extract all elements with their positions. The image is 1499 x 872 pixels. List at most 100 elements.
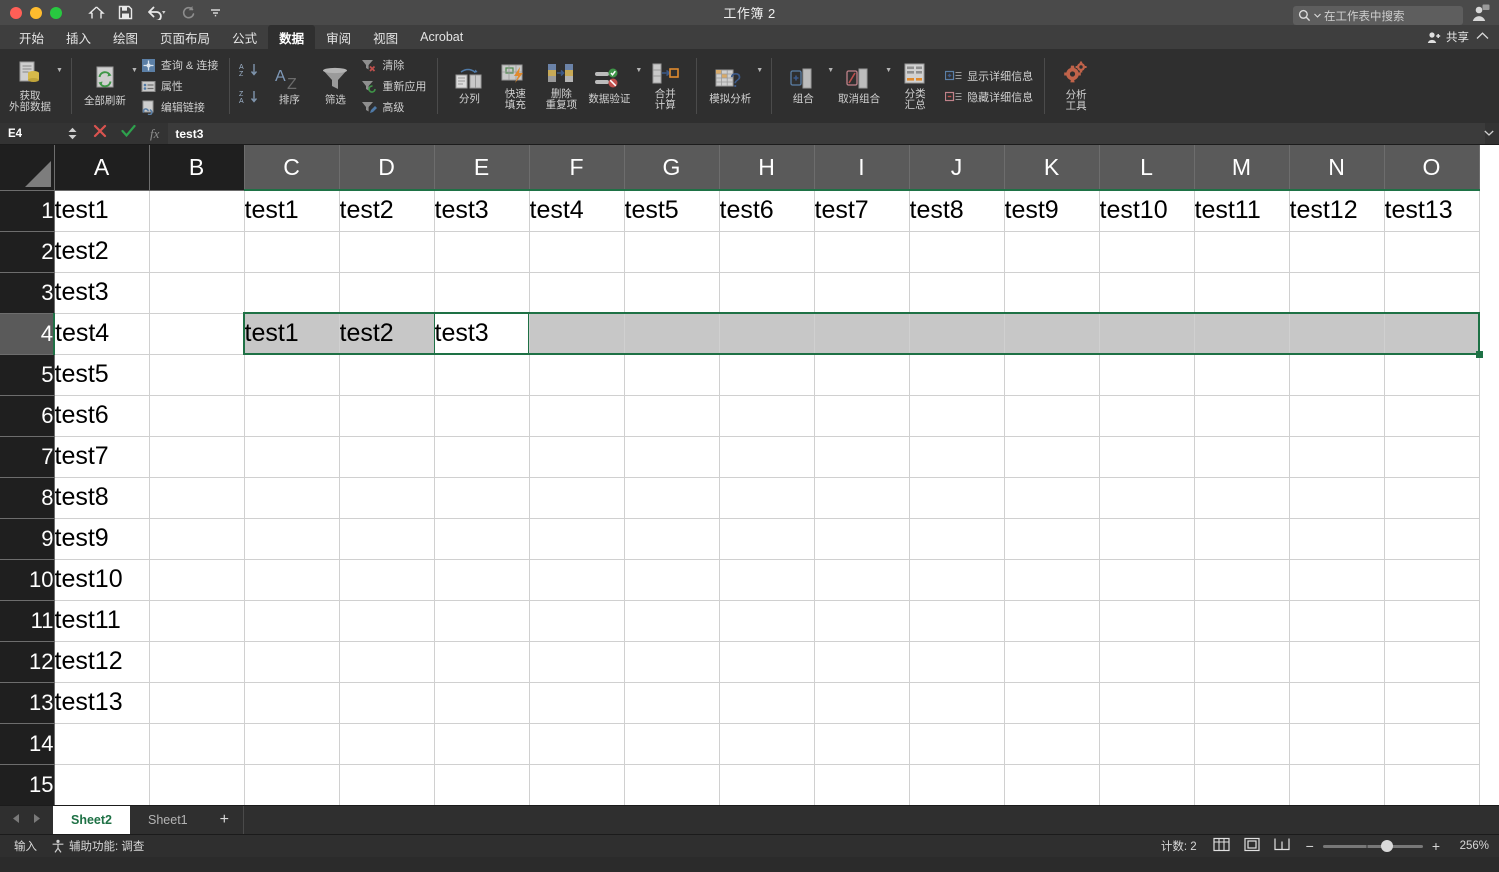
cell-e1[interactable]: test3 [434, 190, 529, 231]
cell-g13[interactable] [624, 682, 719, 723]
cell-j4[interactable] [909, 313, 1004, 354]
cell-a11[interactable]: test11 [54, 600, 149, 641]
row-header-9[interactable]: 9 [0, 518, 54, 559]
cell-c13[interactable] [244, 682, 339, 723]
close-window-button[interactable] [10, 7, 22, 19]
row-header-7[interactable]: 7 [0, 436, 54, 477]
cell-b4[interactable] [149, 313, 244, 354]
group-caret-icon[interactable]: ▼ [827, 67, 834, 74]
cell-c2[interactable] [244, 231, 339, 272]
row-header-13[interactable]: 13 [0, 682, 54, 723]
sheet-tab-sheet1[interactable]: Sheet1 [130, 806, 206, 834]
cell-m9[interactable] [1194, 518, 1289, 559]
sort-ascending-button[interactable]: AZ [238, 62, 264, 83]
cell-a2[interactable]: test2 [54, 231, 149, 272]
cell-g2[interactable] [624, 231, 719, 272]
tab-acrobat[interactable]: Acrobat [409, 25, 474, 49]
row-header-4[interactable]: 4 [0, 313, 54, 354]
cell-d5[interactable] [339, 354, 434, 395]
cell-d12[interactable] [339, 641, 434, 682]
refresh-all-button[interactable]: 全部刷新 [80, 53, 130, 119]
queries-connections-button[interactable]: 查询 & 连接 [138, 55, 221, 75]
cell-h9[interactable] [719, 518, 814, 559]
cell-i12[interactable] [814, 641, 909, 682]
cell-i8[interactable] [814, 477, 909, 518]
ungroup-caret-icon[interactable]: ▼ [885, 67, 892, 74]
cell-o9[interactable] [1384, 518, 1479, 559]
cell-o15[interactable] [1384, 764, 1479, 805]
normal-view-icon[interactable] [1213, 837, 1230, 855]
column-header-d[interactable]: D [339, 145, 434, 190]
cell-m4[interactable] [1194, 313, 1289, 354]
cell-j8[interactable] [909, 477, 1004, 518]
zoom-level[interactable]: 256% [1449, 840, 1489, 852]
cell-j11[interactable] [909, 600, 1004, 641]
cell-o2[interactable] [1384, 231, 1479, 272]
cell-o4[interactable] [1384, 313, 1479, 354]
cell-h5[interactable] [719, 354, 814, 395]
cell-b2[interactable] [149, 231, 244, 272]
cell-k3[interactable] [1004, 272, 1099, 313]
cell-e8[interactable] [434, 477, 529, 518]
cell-f10[interactable] [529, 559, 624, 600]
cell-i2[interactable] [814, 231, 909, 272]
cell-g8[interactable] [624, 477, 719, 518]
advanced-filter-button[interactable]: 高级 [358, 97, 429, 117]
cell-d10[interactable] [339, 559, 434, 600]
cell-k2[interactable] [1004, 231, 1099, 272]
cell-b8[interactable] [149, 477, 244, 518]
row-header-10[interactable]: 10 [0, 559, 54, 600]
cell-b9[interactable] [149, 518, 244, 559]
cell-j7[interactable] [909, 436, 1004, 477]
cell-c9[interactable] [244, 518, 339, 559]
row-header-6[interactable]: 6 [0, 395, 54, 436]
cell-l4[interactable] [1099, 313, 1194, 354]
maximize-window-button[interactable] [50, 7, 62, 19]
cell-i10[interactable] [814, 559, 909, 600]
cell-e5[interactable] [434, 354, 529, 395]
cell-a9[interactable]: test9 [54, 518, 149, 559]
cell-k13[interactable] [1004, 682, 1099, 723]
column-header-a[interactable]: A [54, 145, 149, 190]
cell-a8[interactable]: test8 [54, 477, 149, 518]
page-layout-view-icon[interactable] [1244, 837, 1260, 855]
cell-d9[interactable] [339, 518, 434, 559]
cell-i7[interactable] [814, 436, 909, 477]
cell-l3[interactable] [1099, 272, 1194, 313]
cell-b13[interactable] [149, 682, 244, 723]
cell-m2[interactable] [1194, 231, 1289, 272]
cell-b1[interactable] [149, 190, 244, 231]
cell-d14[interactable] [339, 723, 434, 764]
cell-a4[interactable]: test4 [54, 313, 149, 354]
cell-g10[interactable] [624, 559, 719, 600]
cell-g7[interactable] [624, 436, 719, 477]
cell-h13[interactable] [719, 682, 814, 723]
cell-b7[interactable] [149, 436, 244, 477]
cell-d4[interactable]: test2 [339, 313, 434, 354]
cell-e3[interactable] [434, 272, 529, 313]
cell-f7[interactable] [529, 436, 624, 477]
what-if-analysis-button[interactable]: ? 模拟分析 [705, 53, 755, 119]
cell-f1[interactable]: test4 [529, 190, 624, 231]
cell-k9[interactable] [1004, 518, 1099, 559]
cell-c15[interactable] [244, 764, 339, 805]
cell-f13[interactable] [529, 682, 624, 723]
cell-n13[interactable] [1289, 682, 1384, 723]
row-header-2[interactable]: 2 [0, 231, 54, 272]
cell-g9[interactable] [624, 518, 719, 559]
accessibility-status[interactable]: 辅助功能: 调查 [51, 838, 144, 854]
cell-a1[interactable]: test1 [54, 190, 149, 231]
home-icon[interactable] [88, 5, 105, 21]
page-break-view-icon[interactable] [1274, 837, 1290, 855]
cell-n11[interactable] [1289, 600, 1384, 641]
cell-c10[interactable] [244, 559, 339, 600]
cell-a15[interactable] [54, 764, 149, 805]
cell-e10[interactable] [434, 559, 529, 600]
show-detail-button[interactable]: 显示详细信息 [942, 66, 1036, 86]
cell-k8[interactable] [1004, 477, 1099, 518]
data-validation-button[interactable]: 数据验证 [584, 53, 634, 119]
cell-o7[interactable] [1384, 436, 1479, 477]
cell-c11[interactable] [244, 600, 339, 641]
cell-d11[interactable] [339, 600, 434, 641]
cell-a10[interactable]: test10 [54, 559, 149, 600]
